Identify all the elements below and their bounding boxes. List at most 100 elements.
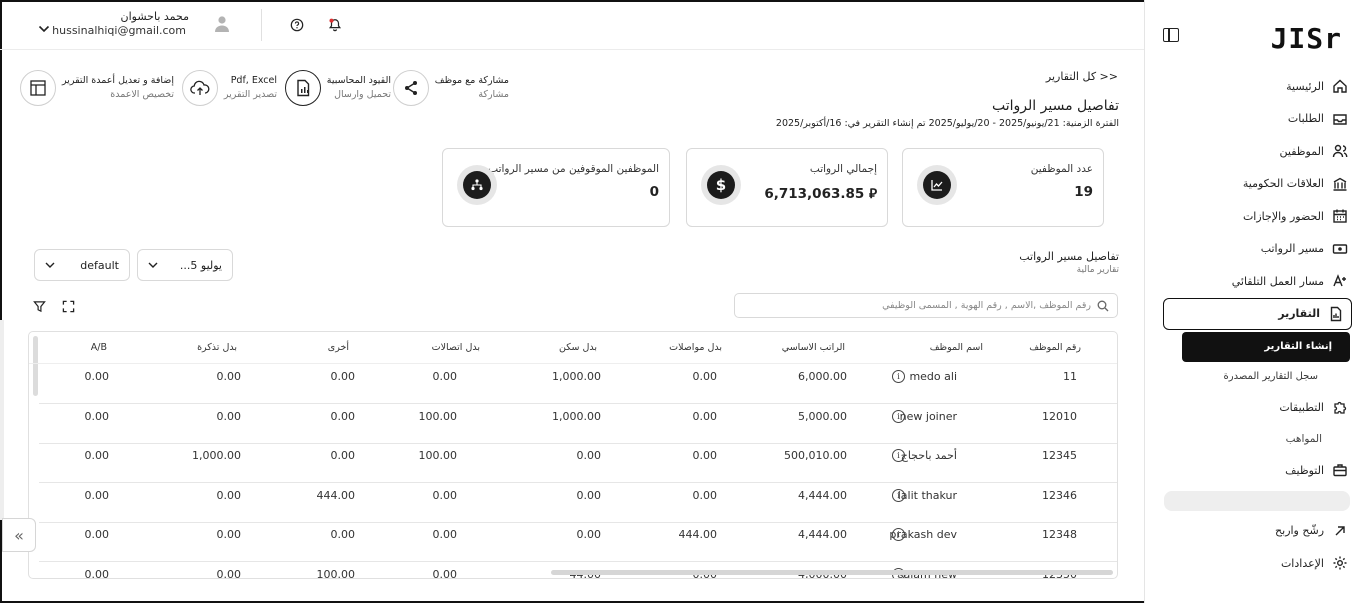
notification-bell-icon[interactable] — [328, 17, 342, 36]
card-value: 0 — [649, 184, 659, 200]
org-icon — [457, 165, 497, 205]
accounting-entries-button[interactable]: القيود المحاسبية تحميل وارسال — [284, 70, 391, 106]
info-icon[interactable]: i — [892, 449, 905, 462]
inbox-icon — [1332, 111, 1348, 127]
table-row[interactable]: 12010 new joiner 5,000.00 0.00 1,000.00 100.0… — [39, 404, 1117, 444]
info-icon[interactable]: i — [892, 409, 905, 423]
cloud-upload-icon — [181, 70, 218, 106]
column-header[interactable]: A/B — [91, 342, 107, 353]
sidebar-item-inbox[interactable]: الطلبات — [1164, 103, 1350, 136]
column-header[interactable]: بدل تذكرة — [197, 342, 237, 353]
info-icon[interactable]: i — [892, 370, 905, 383]
sidebar-item-home[interactable]: الرئيسية — [1164, 70, 1350, 103]
top-bar: محمد باحشوان hussinalhiqi@gmail.com — [0, 0, 1144, 50]
column-header[interactable]: الراتب الاساسي — [782, 342, 845, 353]
search-field[interactable]: رقم الموظف ,الاسم , رقم الهوية , المسمى … — [734, 293, 1118, 318]
sidebar-item-label: التقارير — [1278, 307, 1320, 320]
submenu-create-reports[interactable]: إنشاء التقارير — [1182, 331, 1350, 362]
table-cell: 4,444.00 — [798, 488, 847, 502]
table-cell: 0.00 — [84, 409, 110, 423]
sidebar-item-puzzle[interactable]: التطبيقات — [1164, 392, 1350, 425]
sidebar-item-workflow[interactable]: مسار العمل التلقائي — [1164, 265, 1350, 298]
info-icon[interactable]: i — [892, 488, 905, 502]
export-report-button[interactable]: Pdf, Excel تصدير التقرير — [181, 70, 277, 106]
expand-panel-button[interactable]: » — [2, 518, 36, 552]
sidebar-item-users[interactable]: الموظفين — [1164, 135, 1350, 168]
table-cell: 0.00 — [432, 488, 458, 502]
back-to-all-reports-link[interactable]: << كل التقارير — [1046, 70, 1118, 83]
column-header[interactable]: رقم الموظف — [1029, 342, 1081, 353]
table-cell: 11 — [1063, 370, 1077, 383]
share-with-employee-button[interactable]: مشاركة مع موظف مشاركة — [392, 70, 509, 106]
fullscreen-icon[interactable] — [62, 298, 75, 317]
table-cell: 0.00 — [216, 409, 242, 423]
customize-columns-button[interactable]: إضافة و تعديل أعمدة التقرير تخصيص الاعمدة — [19, 70, 174, 106]
sidebar-item-label: رشّح واربح — [1275, 524, 1324, 538]
chevron-down-icon — [45, 262, 55, 268]
chevron-down-icon — [148, 262, 158, 268]
horizontal-scrollbar[interactable] — [551, 570, 1113, 575]
sidebar-item-briefcase[interactable]: التوظيف — [1164, 454, 1350, 487]
table-row[interactable]: 12345 أحمد باحجاج 500,010.00 0.00 0.00 100.00… — [39, 443, 1117, 483]
table-cell: 0.00 — [432, 528, 458, 541]
sidebar-item-calendar[interactable]: الحضور والإجازات — [1164, 200, 1350, 233]
action-label: Pdf, Excel — [230, 75, 277, 86]
sidebar-item-report[interactable]: التقارير — [1163, 297, 1352, 330]
table-cell: 12348 — [1042, 528, 1077, 541]
table-cell: 0.00 — [576, 488, 602, 502]
table-cell: 0.00 — [576, 449, 602, 462]
sidebar-item-settings[interactable]: الإعدادات — [1164, 547, 1350, 580]
table-cell: 12345 — [1042, 449, 1077, 462]
sidebar-item-label: مسار العمل التلقائي — [1231, 274, 1324, 288]
table-cell: 0.00 — [330, 370, 356, 383]
table-cell: 0.00 — [692, 488, 718, 502]
table-cell: 1,000.00 — [552, 409, 601, 423]
table-cell: 0.00 — [692, 370, 718, 383]
table-cell: 1,000.00 — [552, 370, 601, 383]
column-header[interactable]: أخرى — [328, 342, 349, 353]
avatar[interactable] — [214, 15, 230, 37]
table-row[interactable]: 12348 prakash dev 4,444.00 444.00 0.00 0.00 0.… — [39, 522, 1117, 562]
table-cell: 0.00 — [330, 449, 356, 462]
user-name: محمد باحشوان — [120, 10, 189, 23]
double-chevron-icon: » — [14, 525, 24, 545]
card-value: 19 — [1074, 184, 1093, 200]
card-label: عدد الموظفين — [1030, 163, 1093, 175]
sidebar-item-refer[interactable]: رشّح واربح — [1164, 515, 1350, 548]
table-cell: 0.00 — [432, 370, 458, 383]
users-icon — [1332, 143, 1348, 159]
sidebar-collapse-icon[interactable] — [1163, 28, 1179, 42]
table-cell: 0.00 — [216, 528, 242, 541]
period-select[interactable]: يوليو 5... — [137, 249, 233, 281]
payroll-table: رقم الموظف اسم الموظف الراتب الاساسي بدل مو… — [28, 331, 1118, 579]
table-row[interactable]: 12346 lalit thakur 4,444.00 0.00 0.00 0.00 444… — [39, 483, 1117, 523]
table-row[interactable]: 11 medo ali 6,000.00 0.00 1,000.00 0.00 0.00 0.… — [39, 364, 1117, 404]
sidebar-item-label: التطبيقات — [1279, 401, 1324, 415]
view-select-value: default — [80, 258, 119, 272]
filter-icon[interactable] — [33, 298, 46, 317]
table-cell: 4,444.00 — [798, 528, 847, 541]
table-cell: 0.00 — [576, 528, 602, 541]
chart-icon — [917, 165, 957, 205]
sidebar-item-money[interactable]: مسير الرواتب — [1164, 233, 1350, 266]
column-header[interactable]: بدل مواصلات — [669, 342, 722, 353]
column-header[interactable]: بدل اتصالات — [432, 342, 480, 353]
chevron-down-icon[interactable] — [38, 19, 50, 38]
action-sublabel: تصدير التقرير — [223, 89, 277, 100]
table-cell: 0.00 — [692, 449, 718, 462]
submenu-exported-reports-log[interactable]: سجل التقارير المصدرة — [1164, 362, 1336, 392]
jisr-logo[interactable]: JISr — [1271, 22, 1342, 55]
help-icon[interactable] — [290, 17, 304, 36]
column-header[interactable]: بدل سكن — [559, 342, 597, 353]
view-select[interactable]: default — [34, 249, 130, 281]
info-icon[interactable]: i — [892, 528, 905, 541]
table-cell: 0.00 — [330, 528, 356, 541]
column-header[interactable]: اسم الموظف — [930, 342, 983, 353]
table-cell: 0.00 — [84, 449, 110, 462]
table-header: رقم الموظف اسم الموظف الراتب الاساسي بدل مو… — [29, 332, 1117, 364]
action-label: إضافة و تعديل أعمدة التقرير — [61, 75, 174, 86]
card-value: 6,713,063.85 ⃁ — [764, 186, 877, 202]
sidebar-item-bank[interactable]: العلاقات الحكومية — [1164, 168, 1350, 201]
table-cell: 444.00 — [678, 528, 718, 541]
table-cell: 444.00 — [316, 488, 356, 502]
